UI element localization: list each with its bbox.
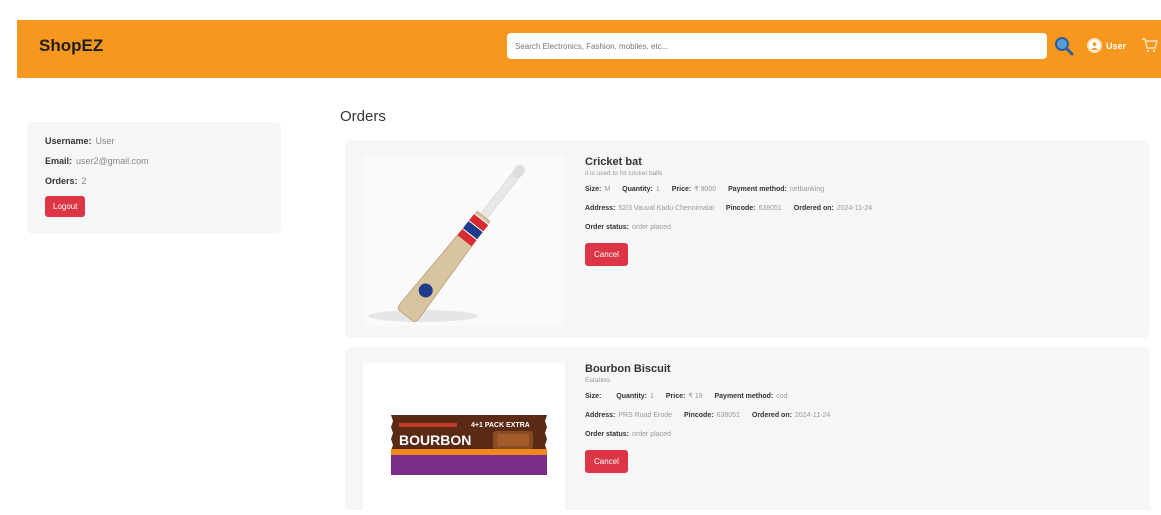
search-input[interactable] bbox=[507, 33, 1047, 59]
profile-card: Username: User Email: user2@gmail.com Or… bbox=[27, 122, 281, 234]
price-label: Price: bbox=[671, 186, 692, 193]
order-status-value: order placed bbox=[631, 224, 671, 231]
address-value: 52/3 Vauval Kadu Chennimalai bbox=[618, 205, 714, 212]
price-value: ₹ 19 bbox=[688, 393, 703, 400]
payment-method-value: netbanking bbox=[789, 186, 825, 193]
logout-button[interactable]: Logout bbox=[45, 196, 86, 217]
page-title: Orders bbox=[340, 108, 386, 125]
address-value: PRS Road Erode bbox=[618, 412, 673, 419]
order-address-row: Address: PRS Road Erode Pincode: 638051 Or… bbox=[585, 412, 840, 419]
order-details: Bourbon Biscuit Eatables Size: Quantity:… bbox=[585, 363, 840, 473]
payment-method-label: Payment method: bbox=[714, 393, 774, 400]
email-label: Email: bbox=[45, 156, 73, 166]
pincode-value: 638051 bbox=[758, 205, 782, 212]
order-card: Cricket bat it is used to hit cricket ba… bbox=[345, 140, 1150, 338]
ordered-on-value: 2024-11-24 bbox=[794, 412, 831, 419]
cancel-order-button[interactable]: Cancel bbox=[585, 243, 628, 266]
order-details: Cricket bat it is used to hit cricket ba… bbox=[585, 156, 882, 266]
quantity-value: 1 bbox=[655, 186, 660, 193]
biscuit-offer-text: 4+1 PACK EXTRA bbox=[471, 422, 530, 429]
quantity-label: Quantity: bbox=[616, 393, 648, 400]
pincode-value: 638051 bbox=[716, 412, 740, 419]
ordered-on-label: Ordered on: bbox=[793, 205, 834, 212]
username-label: Username: bbox=[45, 136, 92, 146]
navbar: ShopEZ User bbox=[17, 20, 1161, 78]
search-button[interactable] bbox=[1053, 35, 1075, 57]
address-label: Address: bbox=[585, 412, 616, 419]
order-address-row: Address: 52/3 Vauval Kadu Chennimalai Pin… bbox=[585, 205, 882, 212]
orders-count-label: Orders: bbox=[45, 176, 78, 186]
quantity-label: Quantity: bbox=[622, 186, 653, 193]
email-value: user2@gmail.com bbox=[76, 156, 149, 166]
product-image: BOURBON 4+1 PACK EXTRA bbox=[363, 363, 565, 510]
search-icon bbox=[1055, 37, 1074, 56]
size-value: M bbox=[604, 186, 611, 193]
ordered-on-value: 2024-11-24 bbox=[836, 205, 873, 212]
user-label: User bbox=[1106, 40, 1127, 51]
payment-method-label: Payment method: bbox=[728, 186, 787, 193]
quantity-value: 1 bbox=[650, 393, 654, 400]
username-row: Username: User bbox=[45, 136, 263, 146]
order-status-value: order placed bbox=[631, 431, 671, 438]
user-icon bbox=[1087, 38, 1102, 53]
product-description: Eatables bbox=[585, 377, 611, 384]
biscuit-brand-text: BOURBON bbox=[399, 432, 471, 448]
cart-icon bbox=[1142, 38, 1158, 53]
size-label: Size: bbox=[585, 393, 602, 400]
cart-button[interactable] bbox=[1141, 36, 1159, 54]
user-menu[interactable]: User bbox=[1087, 38, 1126, 53]
bourbon-biscuit-image: BOURBON 4+1 PACK EXTRA bbox=[391, 415, 547, 475]
product-description: it is used to hit cricket balls bbox=[585, 170, 663, 177]
payment-method-value: cod bbox=[776, 393, 788, 400]
order-status-row: Order status: order placed bbox=[585, 224, 882, 231]
order-card: BOURBON 4+1 PACK EXTRA Bourbon Biscuit E… bbox=[345, 347, 1150, 510]
cancel-order-button[interactable]: Cancel bbox=[585, 450, 628, 473]
price-label: Price: bbox=[665, 393, 686, 400]
ordered-on-label: Ordered on: bbox=[751, 412, 792, 419]
product-title: Bourbon Biscuit bbox=[585, 363, 671, 375]
size-label: Size: bbox=[585, 186, 602, 193]
order-status-row: Order status: order placed bbox=[585, 431, 840, 438]
brand-logo[interactable]: ShopEZ bbox=[39, 36, 103, 56]
orders-count-row: Orders: 2 bbox=[45, 176, 263, 186]
email-row: Email: user2@gmail.com bbox=[45, 156, 263, 166]
order-status-label: Order status: bbox=[585, 431, 629, 438]
search-bar bbox=[507, 33, 1047, 59]
pincode-label: Pincode: bbox=[725, 205, 756, 212]
order-meta-row: Size: M Quantity: 1 Price: ₹ 9000 Payment m… bbox=[585, 185, 882, 193]
pincode-label: Pincode: bbox=[684, 412, 714, 419]
address-label: Address: bbox=[585, 205, 616, 212]
cricket-bat-image bbox=[368, 164, 525, 322]
order-meta-row: Size: Quantity: 1 Price: ₹ 19 Payment meth… bbox=[585, 392, 840, 400]
price-value: ₹ 9000 bbox=[694, 186, 717, 193]
product-image bbox=[363, 156, 565, 326]
username-value: User bbox=[95, 136, 115, 146]
orders-count-value: 2 bbox=[81, 176, 87, 186]
order-status-label: Order status: bbox=[585, 224, 629, 231]
product-title: Cricket bat bbox=[585, 156, 642, 168]
